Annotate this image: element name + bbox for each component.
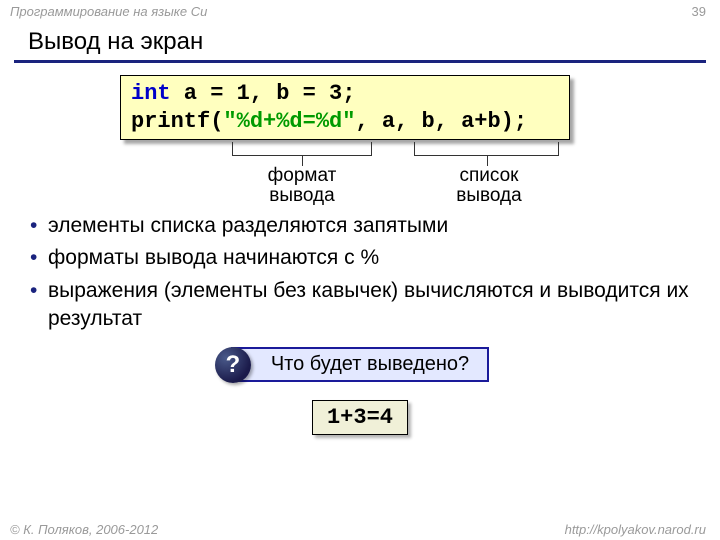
question-icon: ?	[215, 347, 251, 383]
annot-right: списоквывода	[424, 166, 554, 206]
answer-row: 1+3=4	[0, 400, 720, 435]
header-band: Программирование на языке Си 39	[0, 0, 720, 22]
title-rule	[14, 60, 706, 63]
code-args: , a, b, a+b);	[355, 109, 527, 134]
page-title: Вывод на экран	[0, 22, 720, 60]
footer-band: © К. Поляков, 2006-2012 http://kpolyakov…	[0, 518, 720, 540]
code-kw: int	[131, 81, 171, 106]
bracket-right	[414, 142, 559, 156]
footer-copyright: © К. Поляков, 2006-2012	[10, 522, 158, 537]
page-number: 39	[692, 4, 706, 19]
list-item: форматы вывода начинаются с %	[30, 244, 720, 272]
question-row: ? Что будет выведено?	[0, 347, 720, 382]
code-fn: printf(	[131, 109, 223, 134]
code-str: "%d+%d=%d"	[223, 109, 355, 134]
answer-box: 1+3=4	[312, 400, 408, 435]
question-box: ? Что будет выведено?	[231, 347, 489, 382]
list-item: элементы списка разделяются запятыми	[30, 212, 720, 240]
annotation-row: форматвывода списоквывода	[0, 142, 720, 200]
bullet-list: элементы списка разделяются запятыми фор…	[30, 212, 720, 333]
question-text: Что будет выведено?	[271, 353, 469, 375]
course-label: Программирование на языке Си	[10, 4, 207, 19]
annot-left: форматвывода	[232, 166, 372, 206]
bracket-left	[232, 142, 372, 156]
footer-url: http://kpolyakov.narod.ru	[565, 522, 706, 537]
code-box: int a = 1, b = 3; printf("%d+%d=%d", a, …	[120, 75, 570, 140]
code-l1-rest: a = 1, b = 3;	[171, 81, 356, 106]
list-item: выражения (элементы без кавычек) вычисля…	[30, 277, 720, 334]
